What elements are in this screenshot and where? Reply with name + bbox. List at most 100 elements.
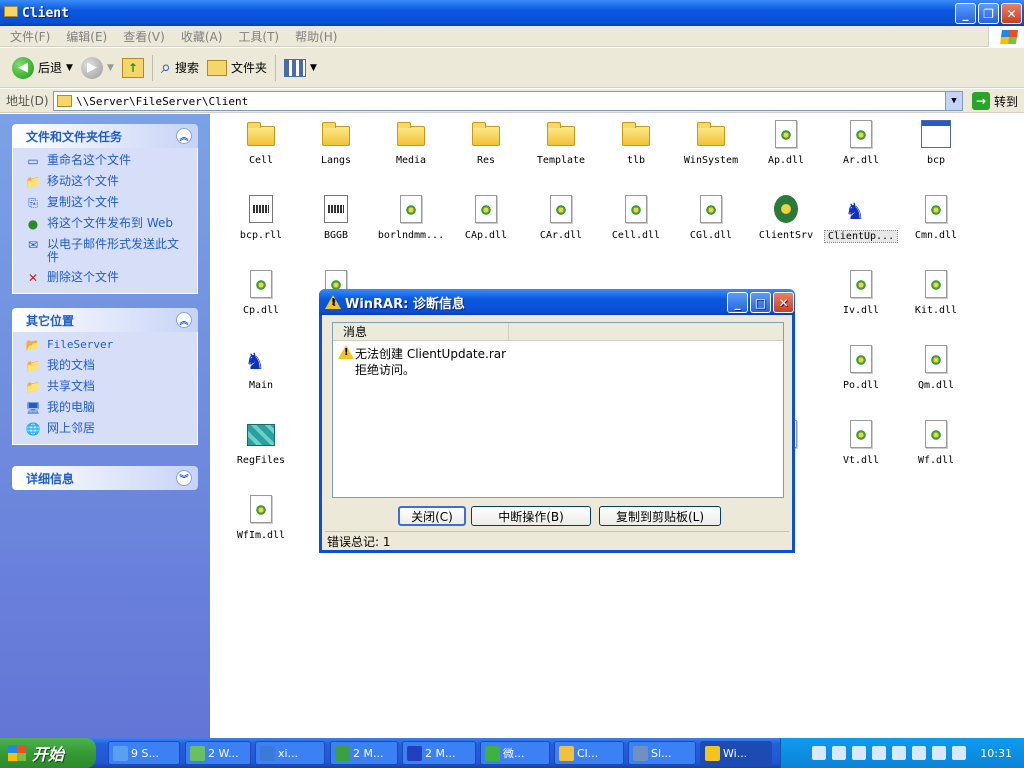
clock: 10:31	[980, 746, 1012, 760]
file-tasks-panel: 文件和文件夹任务 ︽ ▭ 重命名这个文件 📁 移动这个文件 ⎘ 复制这个文件 ● 将这个…	[12, 124, 198, 294]
column-message[interactable]: 消息	[333, 322, 509, 341]
taskbar-button[interactable]: 2 W...	[185, 741, 251, 765]
taskbar-button[interactable]: 微...	[480, 741, 550, 765]
taskbar-button[interactable]: Wi...	[700, 741, 772, 765]
menu-view[interactable]: 查看(V)	[123, 28, 165, 45]
copy-clipboard-button[interactable]: 复制到剪贴板(L)	[599, 506, 721, 526]
file-item[interactable]: Qm.dll	[899, 343, 973, 391]
place-shared-documents[interactable]: 📁 共享文档	[25, 380, 189, 394]
taskbar-button[interactable]: Sl...	[628, 741, 696, 765]
chevron-down-icon[interactable]: ▼	[107, 63, 114, 73]
file-item[interactable]: bcp.rll	[224, 193, 298, 241]
close-dialog-button[interactable]: 关闭(C)	[398, 506, 466, 526]
file-item[interactable]: Cell	[224, 118, 298, 166]
tray-icon[interactable]	[912, 746, 927, 760]
minimize-button[interactable]: _	[955, 3, 976, 24]
task-move[interactable]: 📁 移动这个文件	[25, 175, 189, 189]
collapse-icon[interactable]: ︽	[176, 128, 192, 144]
file-item[interactable]: Res	[449, 118, 523, 166]
place-my-computer[interactable]: 🖥 我的电脑	[25, 401, 189, 415]
move-icon: 📁	[25, 174, 41, 189]
tray-icon[interactable]	[952, 746, 967, 760]
chevron-down-icon[interactable]: ▼	[310, 63, 317, 73]
menu-help[interactable]: 帮助(H)	[295, 28, 337, 45]
task-publish-web[interactable]: ● 将这个文件发布到 Web	[25, 217, 189, 231]
file-item[interactable]: tlb	[599, 118, 673, 166]
tray-icon[interactable]	[812, 746, 827, 760]
file-item[interactable]: Wf.dll	[899, 418, 973, 466]
menu-tools[interactable]: 工具(T)	[238, 28, 279, 45]
file-item[interactable]: Template	[524, 118, 598, 166]
place-network[interactable]: 🌐 网上邻居	[25, 422, 189, 436]
details-header[interactable]: 详细信息 ︾	[12, 466, 198, 490]
chevron-down-icon[interactable]: ▼	[66, 63, 73, 73]
task-rename[interactable]: ▭ 重命名这个文件	[25, 154, 189, 168]
taskbar-button[interactable]: xi...	[255, 741, 325, 765]
winrar-diagnostic-dialog: WinRAR: 诊断信息 _ □ ✕ 消息 无法创建 ClientUpdate.…	[319, 289, 795, 553]
start-button[interactable]: 开始	[0, 738, 96, 768]
file-item[interactable]: bcp	[899, 118, 973, 166]
menu-favorites[interactable]: 收藏(A)	[181, 28, 223, 45]
tray-icon[interactable]	[932, 746, 947, 760]
taskbar-button[interactable]: 9 S...	[108, 741, 180, 765]
collapse-icon[interactable]: ︽	[176, 312, 192, 328]
views-button[interactable]: ▼	[280, 52, 321, 84]
file-item[interactable]: Iv.dll	[824, 268, 898, 316]
file-item[interactable]: BGGB	[299, 193, 373, 241]
address-input[interactable]: \\Server\FileServer\Client ▼	[53, 91, 963, 111]
place-fileserver[interactable]: 📂 FileServer	[25, 338, 189, 352]
task-copy[interactable]: ⎘ 复制这个文件	[25, 196, 189, 210]
file-item[interactable]: Vt.dll	[824, 418, 898, 466]
file-item[interactable]: ♞ Main	[224, 343, 298, 391]
menu-edit[interactable]: 编辑(E)	[66, 28, 107, 45]
tray-icon[interactable]	[892, 746, 907, 760]
file-item[interactable]: Po.dll	[824, 343, 898, 391]
file-item[interactable]: Kit.dll	[899, 268, 973, 316]
file-item[interactable]: CAr.dll	[524, 193, 598, 241]
place-my-documents[interactable]: 📁 我的文档	[25, 359, 189, 373]
file-item[interactable]: borlndmm...	[374, 193, 448, 241]
task-delete[interactable]: ✕ 删除这个文件	[25, 271, 189, 285]
file-item[interactable]: Ar.dll	[824, 118, 898, 166]
taskbar-button[interactable]: 2 M...	[402, 741, 476, 765]
forward-button[interactable]: ▶ ▼	[77, 52, 118, 84]
message-list[interactable]: 消息 无法创建 ClientUpdate.rar 拒绝访问。	[332, 322, 784, 498]
file-item[interactable]: CGl.dll	[674, 193, 748, 241]
menu-file[interactable]: 文件(F)	[10, 28, 50, 45]
tray-icon[interactable]	[852, 746, 867, 760]
dialog-minimize-button[interactable]: _	[727, 292, 748, 313]
file-item[interactable]: Media	[374, 118, 448, 166]
file-item[interactable]: Langs	[299, 118, 373, 166]
go-button[interactable]: → 转到	[971, 92, 1018, 110]
tray-icon[interactable]	[872, 746, 887, 760]
message-row[interactable]: 无法创建 ClientUpdate.rar 拒绝访问。	[355, 346, 506, 378]
file-item[interactable]: ♞ ClientUp...	[824, 193, 898, 243]
taskbar-button[interactable]: Cl...	[554, 741, 624, 765]
folders-button[interactable]: 文件夹	[203, 52, 271, 84]
task-email[interactable]: ✉ 以电子邮件形式发送此文件	[25, 238, 189, 264]
tray-icon[interactable]	[832, 746, 847, 760]
dialog-close-button[interactable]: ✕	[773, 292, 794, 313]
up-button[interactable]: ↑	[118, 52, 148, 84]
expand-icon[interactable]: ︾	[176, 470, 192, 486]
file-item[interactable]: Cell.dll	[599, 193, 673, 241]
file-item[interactable]: WinSystem	[674, 118, 748, 166]
dialog-maximize-button[interactable]: □	[750, 292, 771, 313]
file-item[interactable]: Cp.dll	[224, 268, 298, 316]
maximize-button[interactable]: ❐	[978, 3, 999, 24]
file-tasks-header[interactable]: 文件和文件夹任务 ︽	[12, 124, 198, 148]
search-button[interactable]: ⌕ 搜索	[157, 52, 203, 84]
file-item[interactable]: RegFiles	[224, 418, 298, 466]
other-places-header[interactable]: 其它位置 ︽	[12, 308, 198, 332]
back-button[interactable]: ◀ 后退 ▼	[8, 52, 77, 84]
abort-button[interactable]: 中断操作(B)	[471, 506, 591, 526]
file-item[interactable]: WfIm.dll	[224, 493, 298, 541]
file-item[interactable]: Cmn.dll	[899, 193, 973, 241]
close-button[interactable]: ✕	[1001, 3, 1022, 24]
address-dropdown-button[interactable]: ▼	[945, 92, 962, 110]
file-label: BGGB	[323, 230, 349, 241]
taskbar-button[interactable]: 2 M...	[330, 741, 398, 765]
file-item[interactable]: Ap.dll	[749, 118, 823, 166]
file-item[interactable]: CAp.dll	[449, 193, 523, 241]
file-item[interactable]: ClientSrv	[749, 193, 823, 241]
